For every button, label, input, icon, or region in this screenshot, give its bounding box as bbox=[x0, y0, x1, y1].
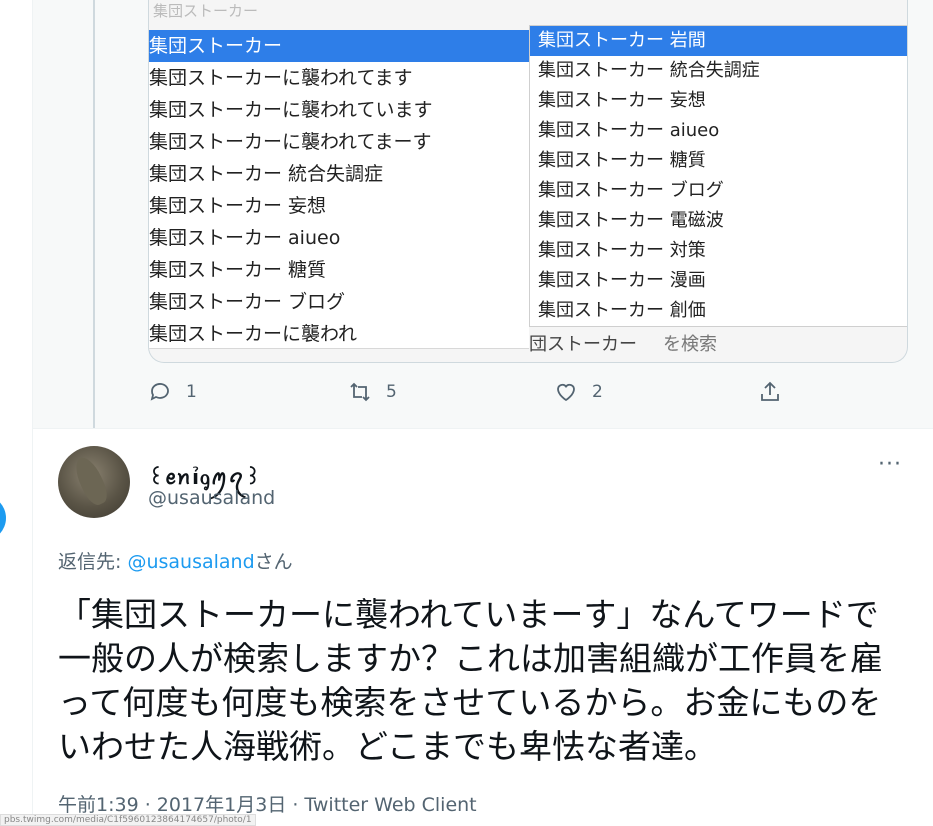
retweet-count: 5 bbox=[386, 382, 397, 402]
status-bar-url: pbs.twimg.com/media/C1f5960123864174657/… bbox=[0, 814, 256, 826]
list-item: 集団ストーカーに襲われ bbox=[149, 323, 358, 345]
tweet-actions: 1 5 2 bbox=[148, 380, 788, 416]
list-item: 集団ストーカー 統合失調症 bbox=[149, 163, 384, 185]
list-item: 集団ストーカーに襲われてます bbox=[149, 67, 413, 89]
autocomplete-list-left: 集団ストーカー 集団ストーカーに襲われてます 集団ストーカーに襲われています 集… bbox=[149, 30, 529, 349]
list-item: 集団ストーカー 妄想 bbox=[538, 90, 706, 111]
list-item: 集団ストーカー 漫画 bbox=[538, 270, 706, 291]
tweet-timestamp[interactable]: 午前1:39 · 2017年1月3日 · Twitter Web Client bbox=[58, 790, 477, 817]
list-item: 集団ストーカー aiueo bbox=[149, 227, 341, 249]
list-item: 集団ストーカー 創価 bbox=[538, 300, 706, 321]
list-item: 集団ストーカー 糖質 bbox=[538, 150, 706, 171]
autocomplete-list-right: 集団ストーカー 岩間 集団ストーカー 統合失調症 集団ストーカー 妄想 集団スト… bbox=[529, 25, 907, 327]
like-button[interactable]: 2 bbox=[554, 380, 603, 404]
reply-prefix: 返信先: bbox=[58, 551, 128, 573]
like-count: 2 bbox=[592, 382, 603, 402]
search-text: 団ストーカー bbox=[529, 334, 637, 355]
reply-mention-link[interactable]: @usausaland bbox=[127, 551, 254, 573]
list-item: 集団ストーカー ブログ bbox=[538, 180, 724, 201]
user-handle[interactable]: @usausaland bbox=[148, 487, 275, 509]
retweet-button[interactable]: 5 bbox=[348, 380, 397, 404]
list-item: 集団ストーカー 岩間 bbox=[530, 26, 907, 56]
list-item: 集団ストーカー aiueo bbox=[538, 120, 720, 141]
more-options-icon[interactable]: ··· bbox=[878, 452, 902, 477]
list-item: 集団ストーカー 糖質 bbox=[149, 259, 327, 281]
share-icon bbox=[761, 381, 779, 401]
tweet-text: 「集団ストーカーに襲われていまーす」なんてワードで一般の人が検索しますか？これは… bbox=[58, 595, 883, 766]
list-item: 集団ストーカー 統合失調症 bbox=[538, 60, 760, 81]
tweet-image[interactable]: 集団ストーカー 集団ストーカー 集団ストーカーに襲われてます 集団ストーカーに襲… bbox=[148, 0, 908, 363]
search-bar: 団ストーカー を検索 bbox=[529, 330, 717, 356]
list-item: 集団ストーカー 妄想 bbox=[149, 195, 327, 217]
list-item: 集団ストーカー 対策 bbox=[538, 240, 706, 261]
list-item: 集団ストーカーに襲われてまーす bbox=[149, 131, 432, 153]
search-hint: を検索 bbox=[663, 334, 717, 355]
avatar-image bbox=[70, 453, 112, 509]
heart-icon bbox=[557, 383, 575, 402]
avatar[interactable] bbox=[58, 446, 130, 518]
list-item: 集団ストーカー 電磁波 bbox=[538, 210, 724, 231]
reply-suffix: さん bbox=[254, 551, 293, 573]
faded-text: 集団ストーカー bbox=[153, 2, 259, 20]
reply-count: 1 bbox=[186, 382, 197, 402]
share-button[interactable] bbox=[758, 380, 782, 404]
list-item: 集団ストーカー bbox=[149, 30, 529, 62]
thread-line bbox=[93, 0, 95, 428]
reply-to: 返信先: @usausalandさん bbox=[58, 547, 293, 574]
side-button[interactable] bbox=[0, 495, 6, 541]
reply-button[interactable]: 1 bbox=[148, 380, 197, 404]
retweet-icon bbox=[350, 382, 370, 402]
list-item: 集団ストーカーに襲われています bbox=[149, 99, 433, 121]
divider bbox=[33, 428, 933, 429]
list-item: 集団ストーカー ブログ bbox=[149, 291, 346, 313]
reply-icon bbox=[150, 383, 169, 401]
